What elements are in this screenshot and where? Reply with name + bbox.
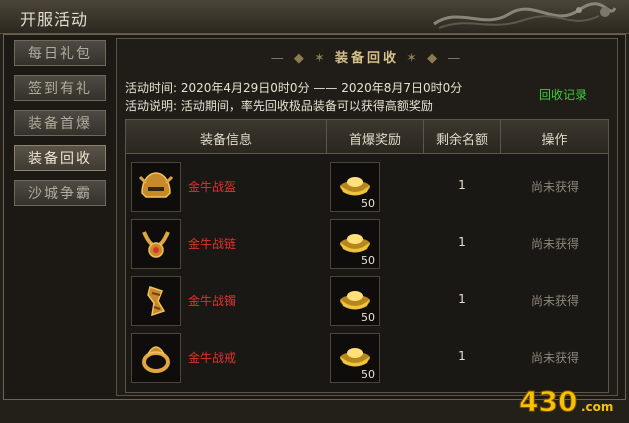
- recycle-record-link[interactable]: 回收记录: [539, 86, 587, 103]
- tab-equipment-first-drop[interactable]: 装备首爆: [14, 110, 106, 136]
- tab-checkin[interactable]: 签到有礼: [14, 75, 106, 101]
- tab-daily-gift[interactable]: 每日礼包: [14, 40, 106, 66]
- item-name: 金牛战盔: [188, 180, 237, 194]
- left-ornament-icon: — ◆ ✶: [270, 51, 335, 66]
- column-header-equipment: 装备信息: [199, 133, 252, 148]
- gold-ingot-icon[interactable]: 50: [330, 162, 380, 212]
- item-name: 金牛战镯: [188, 294, 237, 308]
- column-header-action: 操作: [541, 133, 568, 148]
- reward-quantity: 50: [361, 197, 375, 210]
- helmet-icon[interactable]: [131, 162, 181, 212]
- status-text: 尚未获得: [530, 351, 579, 365]
- gold-ingot-icon[interactable]: 50: [330, 333, 380, 383]
- watermark-suffix: .com: [581, 400, 613, 414]
- reward-quantity: 50: [361, 254, 375, 267]
- reward-quantity: 50: [361, 311, 375, 324]
- necklace-icon[interactable]: [131, 219, 181, 269]
- reward-quantity: 50: [361, 368, 375, 381]
- table-row: 金牛战戒 50 1 尚未获得: [126, 329, 608, 386]
- table-row: 金牛战链 50 1 尚未获得: [126, 215, 608, 272]
- remaining-count: 1: [458, 178, 466, 192]
- activity-time: 活动时间: 2020年4月29日0时0分 —— 2020年8月7日0时0分: [125, 81, 463, 95]
- panel-title: 装备回收: [334, 51, 399, 66]
- status-text: 尚未获得: [530, 237, 579, 251]
- status-text: 尚未获得: [530, 294, 579, 308]
- status-text: 尚未获得: [530, 180, 579, 194]
- equipment-table: 装备信息 首爆奖励 剩余名额 操作 金牛战盔 50 1 尚未获得 金牛战链 50…: [125, 119, 609, 393]
- remaining-count: 1: [458, 235, 466, 249]
- activity-description: 活动说明: 活动期间，率先回收极品装备可以获得高额奖励: [125, 99, 433, 113]
- 430-watermark-logo: 430 .com: [519, 385, 614, 419]
- column-header-remaining: 剩余名额: [435, 133, 488, 148]
- window-title: 开服活动: [20, 10, 89, 29]
- item-name: 金牛战戒: [188, 351, 237, 365]
- watermark-brand: 430: [519, 385, 577, 418]
- table-row: 金牛战镯 50 1 尚未获得: [126, 272, 608, 329]
- activity-window: 开服活动 每日礼包 签到有礼 装备首爆 装备回收 沙城争霸 — ◆ ✶ 装备回收…: [0, 0, 629, 423]
- item-name: 金牛战链: [188, 237, 237, 251]
- table-row: 金牛战盔 50 1 尚未获得: [126, 158, 608, 215]
- dragon-ornament-icon: [433, 2, 617, 29]
- column-header-reward: 首爆奖励: [348, 133, 401, 148]
- remaining-count: 1: [458, 349, 466, 363]
- remaining-count: 1: [458, 292, 466, 306]
- tab-equipment-recycle[interactable]: 装备回收: [14, 145, 106, 171]
- recycle-panel: — ◆ ✶ 装备回收 ✶ ◆ — 活动时间: 2020年4月29日0时0分 ——…: [116, 38, 618, 396]
- ring-icon[interactable]: [131, 333, 181, 383]
- gold-ingot-icon[interactable]: 50: [330, 276, 380, 326]
- sidebar: 每日礼包 签到有礼 装备首爆 装备回收 沙城争霸: [14, 40, 110, 215]
- right-ornament-icon: ✶ ◆ —: [399, 51, 464, 66]
- bracelet-icon[interactable]: [131, 276, 181, 326]
- gold-ingot-icon[interactable]: 50: [330, 219, 380, 269]
- title-bar: 开服活动: [0, 0, 629, 34]
- panel-heading: — ◆ ✶ 装备回收 ✶ ◆ —: [117, 47, 617, 66]
- tab-castle-war[interactable]: 沙城争霸: [14, 180, 106, 206]
- table-header: 装备信息 首爆奖励 剩余名额 操作: [126, 120, 608, 154]
